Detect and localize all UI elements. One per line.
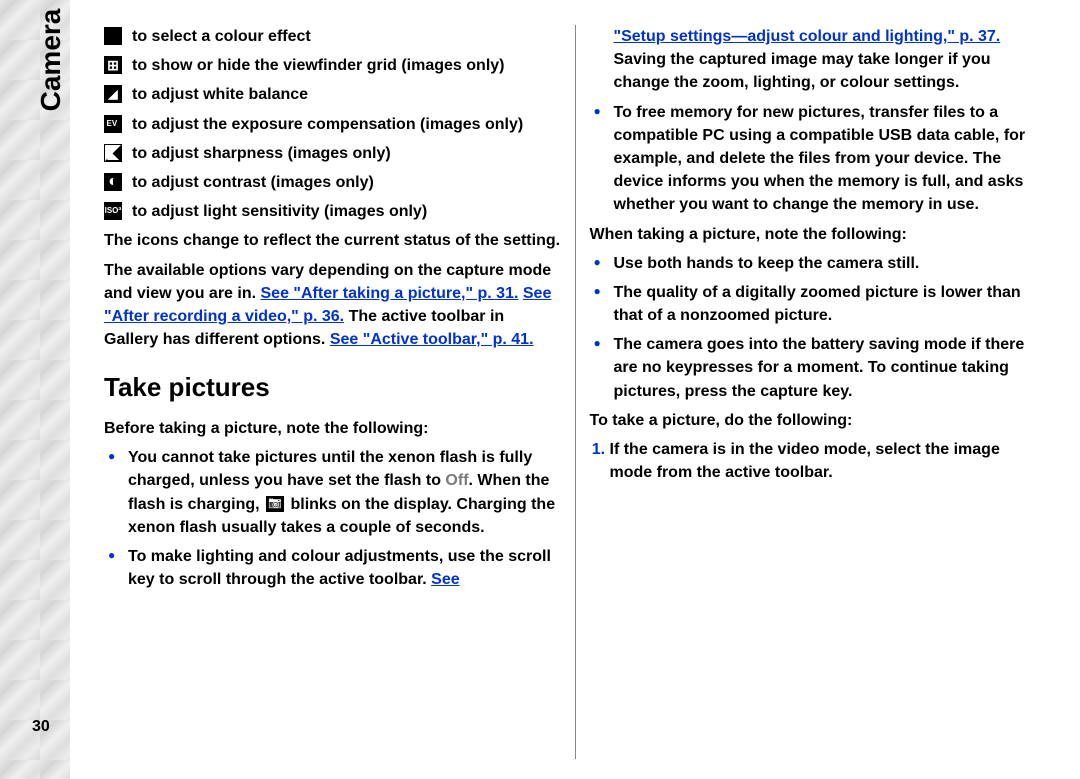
link-active-toolbar[interactable]: See "Active toolbar," p. 41. — [330, 331, 534, 348]
icon-item: to adjust contrast (images only) — [104, 171, 561, 194]
list-item: If the camera is in the video mode, sele… — [610, 438, 1047, 484]
list-item: The quality of a digitally zoomed pictur… — [610, 281, 1047, 327]
paragraph: Before taking a picture, note the follow… — [104, 417, 561, 440]
link-setup-settings[interactable]: "Setup settings—adjust colour and lighti… — [614, 28, 1001, 45]
page-content: to select a colour effect to show or hid… — [90, 25, 1060, 759]
text: To make lighting and colour adjustments,… — [128, 548, 551, 588]
bullet-list: To free memory for new pictures, transfe… — [590, 101, 1047, 217]
text: Saving the captured image may take longe… — [614, 51, 991, 91]
icon-item: to adjust sharpness (images only) — [104, 142, 561, 165]
icon-item-text: to adjust sharpness (images only) — [132, 142, 391, 165]
link-after-taking-picture[interactable]: See "After taking a picture," p. 31. — [261, 285, 519, 302]
sharpness-icon — [104, 144, 122, 162]
bullet-list: Use both hands to keep the camera still.… — [590, 252, 1047, 403]
page-number: 30 — [32, 718, 50, 736]
numbered-list: If the camera is in the video mode, sele… — [590, 438, 1047, 484]
paragraph-continuation: "Setup settings—adjust colour and lighti… — [590, 25, 1047, 95]
list-item: Use both hands to keep the camera still. — [610, 252, 1047, 275]
grid-icon — [104, 56, 122, 74]
icon-item: to show or hide the viewfinder grid (ima… — [104, 54, 561, 77]
bullet-list: You cannot take pictures until the xenon… — [104, 446, 561, 591]
column-right: "Setup settings—adjust colour and lighti… — [576, 25, 1061, 759]
iso-icon — [104, 202, 122, 220]
icon-item-text: to select a colour effect — [132, 25, 311, 48]
list-item: To make lighting and colour adjustments,… — [124, 545, 561, 591]
icon-item-text: to adjust white balance — [132, 83, 308, 106]
contrast-icon — [104, 173, 122, 191]
icon-item-text: to show or hide the viewfinder grid (ima… — [132, 54, 504, 77]
flash-charging-icon — [266, 496, 284, 512]
heading-take-pictures: Take pictures — [104, 369, 561, 407]
text-off: Off — [445, 472, 468, 489]
paragraph: The icons change to reflect the current … — [104, 229, 561, 252]
list-item: To free memory for new pictures, transfe… — [610, 101, 1047, 217]
icon-item-text: to adjust light sensitivity (images only… — [132, 200, 427, 223]
paragraph: To take a picture, do the following: — [590, 409, 1047, 432]
page-margin-decoration — [0, 0, 70, 779]
icon-item-text: to adjust the exposure compensation (ima… — [132, 113, 523, 136]
icon-item: to adjust light sensitivity (images only… — [104, 200, 561, 223]
icon-item-text: to adjust contrast (images only) — [132, 171, 374, 194]
white-balance-icon — [104, 85, 122, 103]
colour-effect-icon — [104, 27, 122, 45]
list-item: The camera goes into the battery saving … — [610, 333, 1047, 403]
paragraph: When taking a picture, note the followin… — [590, 223, 1047, 246]
paragraph: The available options vary depending on … — [104, 259, 561, 352]
link-see-continued[interactable]: See — [431, 571, 459, 588]
icon-item: to select a colour effect — [104, 25, 561, 48]
icon-item: to adjust white balance — [104, 83, 561, 106]
column-left: to select a colour effect to show or hid… — [90, 25, 576, 759]
section-label: Camera — [35, 9, 67, 112]
exposure-icon — [104, 115, 122, 133]
list-item: You cannot take pictures until the xenon… — [124, 446, 561, 539]
icon-item: to adjust the exposure compensation (ima… — [104, 113, 561, 136]
